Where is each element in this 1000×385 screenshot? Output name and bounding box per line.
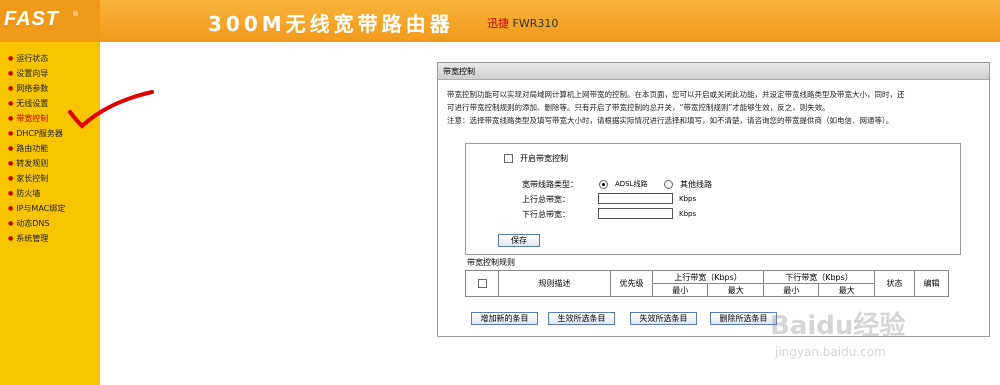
sidebar-item-label: 动态DNS: [16, 219, 50, 228]
enable-bandwidth-label: 开启带宽控制: [520, 154, 568, 163]
sidebar-item-label: 系统管理: [16, 234, 49, 243]
sidebar-item-label: 运行状态: [16, 54, 49, 63]
model-number: FWR310: [512, 17, 559, 30]
trademark-symbol: ®: [72, 10, 79, 18]
top-banner: FAST ® 300M无线宽带路由器 迅捷 FWR310: [0, 0, 1000, 42]
model-prefix: 迅捷: [487, 17, 509, 30]
sidebar-item-label: 无线设置: [16, 99, 49, 108]
sidebar-item[interactable]: ● 无线设置: [8, 98, 48, 109]
bullet-icon: ●: [8, 220, 14, 227]
panel-title: 带宽控制: [438, 63, 989, 80]
select-all-cell: [465, 270, 499, 297]
adsl-radio[interactable]: [599, 180, 608, 189]
description-line-1: 带宽控制功能可以实现对局域网计算机上网带宽的控制。在本页面，您可以开启或关闭此功…: [447, 90, 905, 99]
col-up-max: 最大: [707, 283, 764, 297]
logo-area: FAST ®: [0, 0, 100, 42]
col-up-min: 最小: [651, 283, 709, 297]
rules-section-label: 带宽控制规则: [467, 258, 515, 267]
col-priority: 优先级: [610, 270, 653, 297]
other-line-label: 其他线路: [680, 180, 712, 189]
sidebar-item-label: DHCP服务器: [16, 129, 63, 138]
col-down-min: 最小: [762, 283, 820, 297]
model-label: 迅捷 FWR310: [487, 15, 558, 31]
sidebar-item-label: 防火墙: [16, 189, 41, 198]
watermark-url: jingyan.baidu.com: [775, 345, 886, 359]
sidebar-item[interactable]: ● IP与MAC绑定: [8, 203, 65, 214]
bullet-icon: ●: [8, 115, 14, 122]
sidebar-item[interactable]: ● 网络参数: [8, 83, 48, 94]
panel-description: 带宽控制功能可以实现对局域网计算机上网带宽的控制。在本页面，您可以开启或关闭此功…: [447, 88, 982, 127]
disable-selected-button[interactable]: 失效所选条目: [630, 312, 697, 325]
upstream-unit: Kbps: [679, 195, 697, 203]
sidebar-item[interactable]: ● 带宽控制: [8, 113, 48, 124]
sidebar-item[interactable]: ● 防火墙: [8, 188, 40, 199]
sidebar-item[interactable]: ● 转发规则: [8, 158, 48, 169]
col-edit: 编辑: [914, 270, 949, 297]
sidebar-item[interactable]: ● 运行状态: [8, 53, 48, 64]
sidebar-item-label: 家长控制: [16, 174, 49, 183]
delete-selected-button[interactable]: 删除所选条目: [710, 312, 777, 325]
save-button[interactable]: 保存: [498, 234, 540, 247]
bullet-icon: ●: [8, 235, 14, 242]
sidebar-item-label: 设置向导: [16, 69, 49, 78]
sidebar-item[interactable]: ● 动态DNS: [8, 218, 49, 229]
col-rule-desc: 规则描述: [498, 270, 611, 297]
settings-box: 开启带宽控制 宽带线路类型： ADSL线路 其他线路 上行总带宽： Kbps 下…: [465, 143, 961, 255]
bullet-icon: ●: [8, 55, 14, 62]
red-checkmark-annotation: [68, 90, 154, 129]
brand-logo: FAST: [4, 8, 60, 30]
bullet-icon: ●: [8, 130, 14, 137]
sidebar-item[interactable]: ● 系统管理: [8, 233, 48, 244]
sidebar-item[interactable]: ● DHCP服务器: [8, 128, 63, 139]
adsl-label: ADSL线路: [615, 180, 648, 188]
col-down-max: 最大: [818, 283, 875, 297]
enable-bandwidth-checkbox[interactable]: [504, 154, 513, 163]
downstream-label: 下行总带宽：: [522, 210, 570, 219]
sidebar-item[interactable]: ● 设置向导: [8, 68, 48, 79]
bullet-icon: ●: [8, 160, 14, 167]
upstream-input[interactable]: [598, 193, 673, 204]
sidebar-item[interactable]: ● 家长控制: [8, 173, 48, 184]
baidu-watermark: Baidu经验 jingyan.baidu.com: [770, 300, 970, 370]
product-title: 300M无线宽带路由器: [208, 12, 454, 36]
add-entry-button[interactable]: 增加新的条目: [471, 312, 538, 325]
sidebar-item[interactable]: ● 路由功能: [8, 143, 48, 154]
col-downstream: 下行带宽（Kbps）: [762, 270, 876, 284]
line-type-label: 宽带线路类型：: [522, 180, 578, 189]
bullet-icon: ●: [8, 145, 14, 152]
bullet-icon: ●: [8, 70, 14, 77]
upstream-label: 上行总带宽：: [522, 195, 570, 204]
rules-table: 规则描述 优先级 上行带宽（Kbps） 下行带宽（Kbps） 状态 编辑 最小 …: [465, 270, 949, 297]
bullet-icon: ●: [8, 190, 14, 197]
other-line-radio[interactable]: [664, 180, 673, 189]
bullet-icon: ●: [8, 100, 14, 107]
sidebar-item-label: 转发规则: [16, 159, 49, 168]
bullet-icon: ●: [8, 175, 14, 182]
sidebar-item-label: 带宽控制: [16, 114, 49, 123]
col-upstream: 上行带宽（Kbps）: [652, 270, 764, 284]
downstream-unit: Kbps: [679, 210, 697, 218]
description-line-2: 可进行带宽控制规则的添加、删除等。只有开启了带宽控制的总开关，“带宽控制规则”才…: [447, 103, 830, 112]
col-status: 状态: [874, 270, 915, 297]
select-all-checkbox[interactable]: [477, 279, 487, 288]
bullet-icon: ●: [8, 205, 14, 212]
bullet-icon: ●: [8, 85, 14, 92]
downstream-input[interactable]: [598, 208, 673, 219]
bandwidth-control-panel: 带宽控制 带宽控制功能可以实现对局域网计算机上网带宽的控制。在本页面，您可以开启…: [437, 62, 990, 337]
sidebar-item-label: IP与MAC绑定: [16, 204, 66, 213]
sidebar-item-label: 网络参数: [16, 84, 49, 93]
note-text: 注意：选择带宽线路类型及填写带宽大小时，请根据实际情况进行选择和填写，如不清楚，…: [447, 116, 894, 125]
sidebar-item-label: 路由功能: [16, 144, 49, 153]
enable-selected-button[interactable]: 生效所选条目: [548, 312, 615, 325]
watermark-brand: Baidu经验: [770, 311, 906, 341]
